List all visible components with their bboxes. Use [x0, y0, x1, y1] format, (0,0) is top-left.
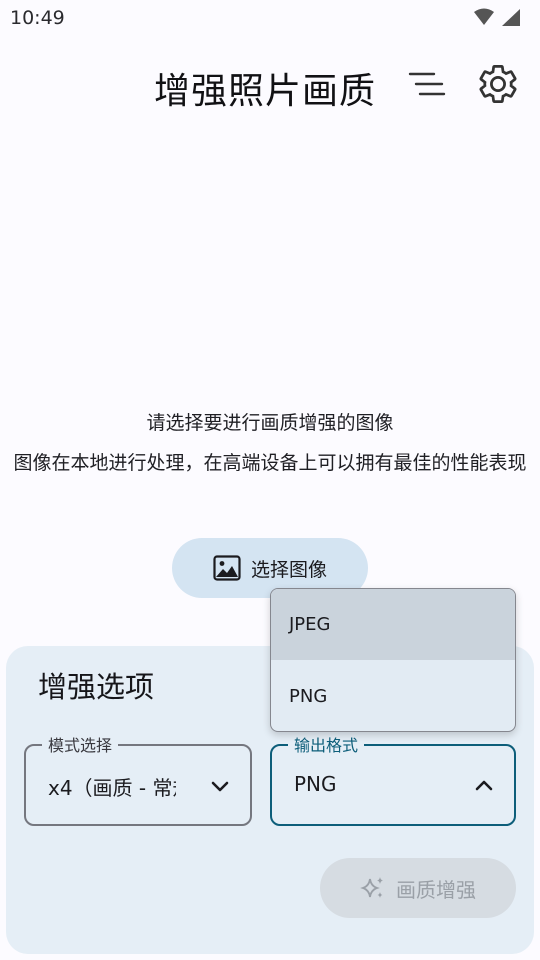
format-select[interactable]: 输出格式 PNG: [270, 732, 516, 826]
sort-lines-icon[interactable]: [404, 62, 448, 106]
mode-select[interactable]: 模式选择 x4（画质 - 常规）: [24, 732, 252, 826]
enhance-label: 画质增强: [396, 877, 476, 902]
status-bar: 10:49: [0, 0, 540, 36]
gear-icon[interactable]: [476, 62, 520, 106]
select-image-label: 选择图像: [250, 558, 327, 581]
mode-select-label: 模式选择: [42, 732, 119, 756]
sparkle-icon: [360, 877, 383, 898]
cellular-icon: [502, 9, 520, 26]
image-icon: [213, 555, 241, 581]
hint-text: 请选择要进行画质增强的图像: [146, 412, 394, 434]
page-title: 增强照片画质: [154, 71, 377, 112]
format-select-value: PNG: [294, 772, 337, 796]
mode-select-value: x4（画质 - 常规）: [48, 776, 176, 800]
wifi-icon: [474, 8, 494, 25]
chevron-down-icon[interactable]: [208, 774, 232, 798]
chevron-up-icon[interactable]: [472, 774, 496, 798]
menu-item-jpeg[interactable]: JPEG: [271, 589, 515, 660]
enhance-button[interactable]: 画质增强: [320, 858, 516, 918]
menu-item-png[interactable]: PNG: [271, 661, 515, 731]
hint-subtext: 图像在本地进行处理，在高端设备上可以拥有最佳的性能表现: [13, 452, 527, 474]
options-title: 增强选项: [38, 670, 155, 704]
format-dropdown-menu: JPEG PNG: [270, 588, 516, 732]
format-select-label: 输出格式: [288, 732, 365, 756]
status-icons: [474, 8, 520, 26]
status-time: 10:49: [10, 7, 65, 29]
